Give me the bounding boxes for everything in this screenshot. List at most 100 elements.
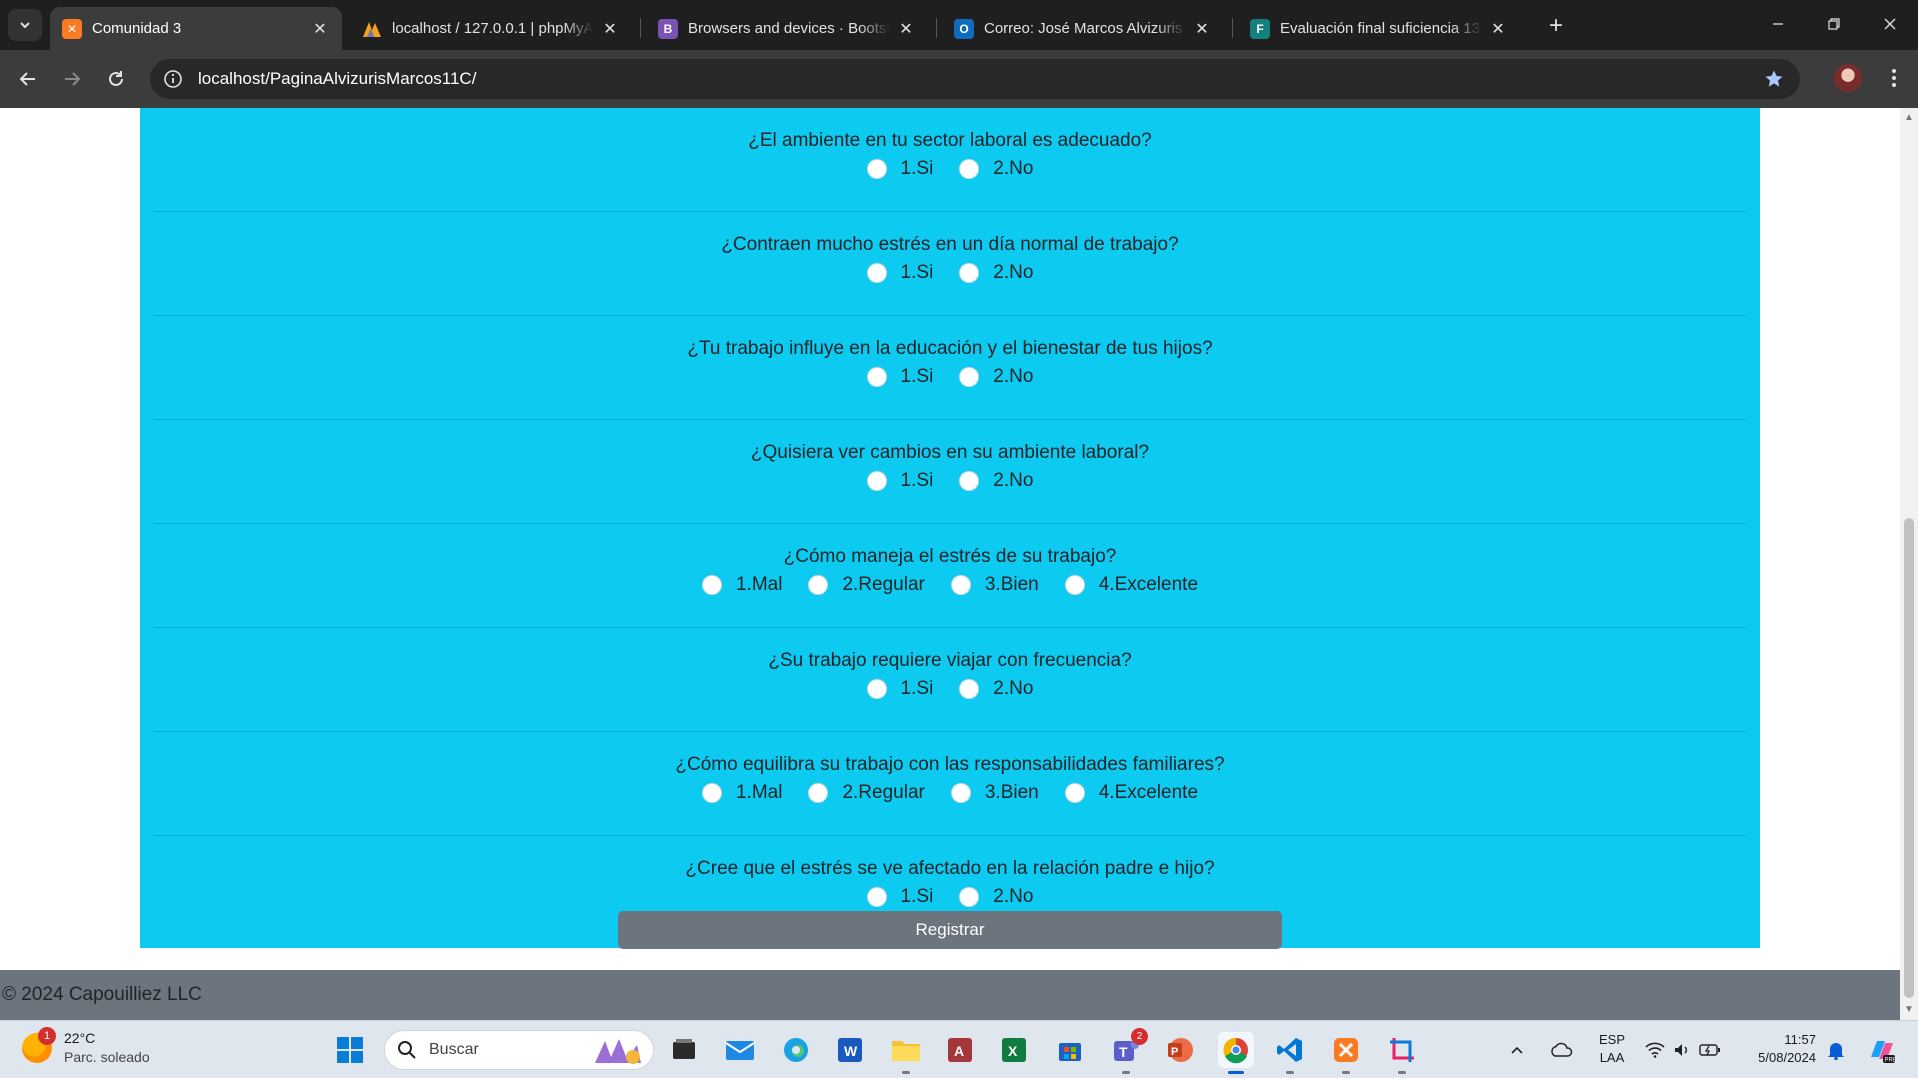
option-si[interactable]: 1.Si [866,262,933,284]
file-explorer-app[interactable] [888,1032,924,1074]
tab-phpmyadmin[interactable]: localhost / 127.0.0.1 | phpMyAdmin ✕ [350,7,632,50]
quick-settings-button[interactable] [1640,1032,1726,1068]
radio-button[interactable] [959,159,980,179]
mail-app[interactable] [722,1032,758,1068]
option-si[interactable]: 1.Si [866,886,933,908]
radio-button[interactable] [701,783,722,803]
wifi-icon [1645,1042,1665,1058]
option-excelente[interactable]: 4.Excelente [1064,574,1198,596]
option-bien[interactable]: 3.Bien [950,782,1039,804]
onedrive-button[interactable] [1544,1032,1578,1068]
radio-button[interactable] [866,471,887,491]
scrollbar-thumb[interactable] [1904,518,1914,998]
scroll-down-icon[interactable]: ▼ [1904,1004,1914,1015]
option-regular[interactable]: 2.Regular [808,574,925,596]
close-window-button[interactable] [1870,8,1910,40]
taskbar-search[interactable]: Buscar [384,1030,654,1070]
option-no[interactable]: 2.No [959,678,1033,700]
vscode-app[interactable] [1272,1032,1308,1074]
tab-forms[interactable]: F Evaluación final suficiencia 1313 ✕ [1238,7,1520,50]
notifications-button[interactable] [1824,1032,1848,1068]
access-app[interactable]: A [942,1032,978,1068]
browser-menu-button[interactable] [1880,64,1908,92]
radio-button[interactable] [959,471,980,491]
radio-button[interactable] [701,575,722,595]
option-mal[interactable]: 1.Mal [701,574,782,596]
store-app[interactable] [1052,1032,1088,1068]
radio-button[interactable] [950,575,971,595]
radio-button[interactable] [866,159,887,179]
close-tab-icon[interactable]: ✕ [310,19,330,39]
radio-button[interactable] [866,263,887,283]
close-tab-icon[interactable]: ✕ [1488,19,1508,39]
radio-button[interactable] [959,679,980,699]
restore-button[interactable] [1814,8,1854,40]
tab-comunidad-3[interactable]: ✕ Comunidad 3 ✕ [50,7,342,50]
close-tab-icon[interactable]: ✕ [600,19,620,39]
back-button[interactable] [12,63,44,95]
language-indicator[interactable]: ESP LAA [1596,1031,1628,1067]
radio-button[interactable] [1064,783,1085,803]
clock[interactable]: 11:57 5/08/2024 [1740,1031,1816,1067]
powerpoint-app[interactable]: P [1162,1032,1198,1068]
task-view-button[interactable] [666,1032,702,1068]
option-no[interactable]: 2.No [959,366,1033,388]
weather-widget[interactable]: 1 22°C Parc. soleado [22,1027,150,1067]
radio-button[interactable] [866,679,887,699]
tab-title: Browsers and devices · Bootstrap [688,20,890,37]
survey-form: ¿El ambiente en tu sector laboral es ade… [140,108,1760,949]
close-tab-icon[interactable]: ✕ [1192,19,1212,39]
tab-search-button[interactable] [8,9,42,41]
bookmark-star-icon[interactable] [1764,69,1784,94]
teams-app[interactable]: T 2 [1108,1028,1148,1074]
option-si[interactable]: 1.Si [866,678,933,700]
option-si[interactable]: 1.Si [866,366,933,388]
option-label: 2.No [993,678,1034,699]
option-label: 2.No [993,158,1034,179]
chrome-app[interactable] [1218,1032,1254,1074]
option-no[interactable]: 2.No [959,158,1033,180]
radio-button[interactable] [950,783,971,803]
copilot-button[interactable]: PRE [1864,1032,1900,1068]
option-mal[interactable]: 1.Mal [701,782,782,804]
url-text[interactable]: localhost/PaginaAlvizurisMarcos11C/ [198,69,476,89]
site-info-icon[interactable] [162,68,184,90]
page-scrollbar[interactable]: ▲ ▼ [1900,108,1918,1020]
xampp-app[interactable] [1328,1032,1364,1074]
option-si[interactable]: 1.Si [866,158,933,180]
option-excelente[interactable]: 4.Excelente [1064,782,1198,804]
option-regular[interactable]: 2.Regular [808,782,925,804]
address-bar[interactable]: localhost/PaginaAlvizurisMarcos11C/ [150,59,1800,99]
start-button[interactable] [332,1032,368,1068]
radio-button[interactable] [808,575,829,595]
radio-button[interactable] [866,367,887,387]
option-no[interactable]: 2.No [959,886,1033,908]
running-indicator [902,1071,910,1074]
word-app[interactable]: W [832,1032,868,1068]
radio-button[interactable] [808,783,829,803]
close-tab-icon[interactable]: ✕ [896,19,916,39]
new-tab-button[interactable]: + [1542,12,1570,40]
radio-button[interactable] [866,887,887,907]
forward-button[interactable] [56,63,88,95]
excel-app[interactable]: X [996,1032,1032,1068]
minimize-button[interactable] [1758,8,1798,40]
option-no[interactable]: 2.No [959,262,1033,284]
radio-button[interactable] [959,887,980,907]
tab-bootstrap[interactable]: B Browsers and devices · Bootstrap ✕ [646,7,928,50]
snipping-tool-app[interactable] [1384,1032,1420,1074]
profile-avatar[interactable] [1834,64,1862,92]
radio-button[interactable] [959,367,980,387]
register-button[interactable]: Registrar [618,911,1282,949]
option-bien[interactable]: 3.Bien [950,574,1039,596]
show-hidden-icons-button[interactable] [1504,1032,1530,1068]
reload-button[interactable] [100,63,132,95]
option-si[interactable]: 1.Si [866,470,933,492]
tab-outlook[interactable]: O Correo: José Marcos Alvizuris Hernánde… [942,7,1224,50]
edge-app[interactable] [778,1032,814,1068]
option-no[interactable]: 2.No [959,470,1033,492]
radio-button[interactable] [959,263,980,283]
radio-button[interactable] [1064,575,1085,595]
scroll-up-icon[interactable]: ▲ [1904,112,1914,123]
search-label: Buscar [429,1041,479,1058]
